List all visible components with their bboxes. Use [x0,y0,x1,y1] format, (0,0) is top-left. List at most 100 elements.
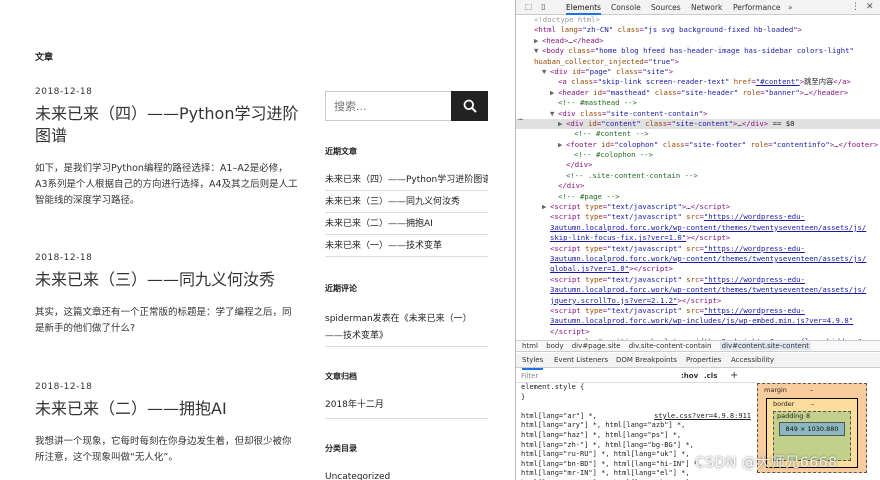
style-rule-line[interactable]: html[lang="haz"] *, html[lang="ps"] *, [516,431,756,441]
border-value[interactable]: – [811,400,814,408]
dom-node-line[interactable]: ▼ <body class="home blog hfeed has-header… [516,46,880,56]
recent-post-link[interactable]: 未来已来（一）——技术变革 [325,235,488,257]
expand-right-icon[interactable]: ▶ [558,119,566,129]
dom-node-line[interactable]: <!doctype html> [516,15,880,25]
tab-network[interactable]: Network [691,0,722,15]
post-title[interactable]: 未来已来（三）——同九义何汝秀 [35,269,300,291]
post-item: 2018-12-18 未来已来（四）——Python学习进阶图谱 如下，是我们学… [35,87,300,209]
dom-node-line[interactable]: huaban_collector_injected="true"> [516,57,880,67]
archives-title: 文章归档 [325,372,357,381]
post-date[interactable]: 2018-12-18 [35,87,300,97]
search-icon [463,99,477,113]
dom-node-line[interactable]: ▶ <div id="content" class="site-content">… [516,118,880,130]
style-rule-line[interactable]: element.style { [516,383,756,393]
dom-node-markup: </div> [566,160,593,170]
close-icon[interactable]: ✕ [866,0,874,14]
style-rule-text: html[lang="bn-BD"] *, html[lang="hi-IN"]… [521,459,703,468]
menu-icon[interactable]: ⋮ [851,0,860,14]
dom-node-line[interactable]: <script type="text/javascript" src="http… [516,306,880,316]
dom-node-line[interactable]: ▶ <header id="masthead" class="site-heade… [516,88,880,98]
device-toolbar-icon[interactable]: ▯ [538,2,549,12]
dom-node-line[interactable]: global.js?ver=1.0"></script> [516,264,880,274]
style-rule-line[interactable]: html[lang="zh-"] *, html[lang="bg-BG"] *… [516,441,756,451]
dom-node-markup: 3autumn.localprod.forc.work/wp-content/t… [550,222,867,232]
add-rule-icon[interactable]: + [730,369,738,383]
inspect-element-icon[interactable]: ⬚ [523,2,534,12]
expand-down-icon[interactable]: ▼ [534,46,542,56]
dom-node-line[interactable]: <script type="text/javascript" src="http… [516,212,880,222]
tab-sources[interactable]: Sources [651,0,681,15]
dom-node-line[interactable]: ▶ <script type="text/javascript">…</scrip… [516,202,880,212]
search-button[interactable] [451,91,488,121]
post-date[interactable]: 2018-12-18 [35,253,300,263]
dom-node-line[interactable]: </div> [516,181,880,191]
dom-node-line[interactable]: <!-- .site-content-contain --> [516,171,880,181]
dom-node-line[interactable]: <!-- #content --> [516,129,880,139]
post-title[interactable]: 未来已来（四）——Python学习进阶图谱 [35,103,300,147]
style-rule-line[interactable]: style.css?ver=4.9.8:911 html[lang="ar"] *… [516,412,756,422]
expand-right-icon[interactable]: ▶ [558,140,566,150]
expand-right-icon[interactable]: ▶ [534,36,542,46]
dom-node-line[interactable]: <!-- #colophon --> [516,150,880,160]
recent-post-link[interactable]: 未来已来（三）——同九义何汝秀 [325,191,488,213]
filter-input[interactable]: Filter [521,369,538,383]
tab-accessibility[interactable]: Accessibility [731,353,774,368]
archive-link[interactable]: 2018年十二月 [325,397,488,414]
dom-node-line[interactable]: 3autumn.localprod.forc.work/wp-content/t… [516,223,880,233]
breadcrumb-item[interactable]: html [522,342,538,350]
dom-node-line[interactable]: 3autumn.localprod.forc.work/wp-content/t… [516,254,880,264]
tab-elements[interactable]: Elements [566,0,601,15]
tab-performance[interactable]: Performance [733,0,781,15]
post-title[interactable]: 未来已来（二）——拥抱AI [35,398,300,420]
breadcrumb-item[interactable]: div#page.site [572,342,621,350]
dom-node-line[interactable]: <script type="text/javascript" src="http… [516,244,880,254]
stylesheet-link[interactable]: style.css?ver=4.9.8:911 [654,412,751,422]
tab-dom-breakpoints[interactable]: DOM Breakpoints [616,353,677,368]
ellipsis-icon[interactable]: … [518,113,523,122]
recent-post-link[interactable]: 未来已来（四）——Python学习进阶图谱 [325,169,488,191]
dom-node-line[interactable]: ▶ <footer id="colophon" class="site-foote… [516,140,880,150]
dom-node-line[interactable]: </script> [516,327,880,337]
expand-down-icon[interactable]: ▼ [542,67,550,77]
dom-node-line[interactable]: ▶ <head>…</head> [516,36,880,46]
dom-node-line[interactable]: ▼ <div id="page" class="site"> [516,67,880,77]
post-date[interactable]: 2018-12-18 [35,382,300,392]
search-input[interactable] [326,92,452,120]
dom-node-line[interactable]: 3autumn.localprod.forc.work/wp-content/t… [516,285,880,295]
dom-node-line[interactable]: <a class="skip-link screen-reader-text" … [516,77,880,87]
expand-right-icon[interactable]: ▶ [550,88,558,98]
dom-node-markup: 3autumn.localprod.forc.work/wp-content/t… [550,285,867,295]
breadcrumb-item[interactable]: div.site-content-contain [629,342,712,350]
expand-right-icon[interactable]: ▶ [542,202,550,212]
category-link[interactable]: Uncategorized [325,469,488,480]
dom-node-line[interactable]: <!-- #masthead --> [516,98,880,108]
dom-node-line[interactable]: 3autumn.localprod.forc.work/wp-includes/… [516,316,880,326]
tab-console[interactable]: Console [611,0,641,15]
dom-node-line[interactable]: skip-link-focus-fix.js?ver=1.0"></script… [516,233,880,243]
dom-node-line[interactable]: jquery.scrollTo.js?ver=2.1.2"></script> [516,296,880,306]
tab-event-listeners[interactable]: Event Listeners [554,353,608,368]
dom-node-line[interactable]: </div> [516,160,880,170]
expand-down-icon[interactable]: ▼ [550,109,558,119]
style-rule-text: html[lang="ru-RU"] *, html[lang="uk"] *, [521,450,690,459]
breadcrumb-item[interactable]: div#content.site-content [719,342,812,350]
dom-node-line[interactable]: <html lang="zh-CN" class="js svg backgro… [516,25,880,35]
recent-comment[interactable]: spiderman发表在《未来已来（一）——技术变革》 [325,311,488,345]
hover-state-toggle[interactable]: :hov [681,369,698,383]
tab-properties[interactable]: Properties [686,353,721,368]
tab-styles[interactable]: Styles [522,353,544,370]
style-rule-line[interactable] [516,402,756,412]
style-rule-line[interactable]: } [516,393,756,403]
dom-node-line[interactable]: <!-- #page --> [516,192,880,202]
style-rule-line[interactable]: html[lang="ary"] *, html[lang="azb"] *, [516,421,756,431]
more-tabs-icon[interactable]: » [788,0,793,15]
dom-node-line[interactable]: ▼ <div class="site-content-contain"> [516,109,880,119]
class-toggle[interactable]: .cls [704,369,717,383]
box-content-size[interactable]: 849 × 1030.880 [779,422,845,436]
recent-post-link[interactable]: 未来已来（二）——拥抱AI [325,213,488,235]
dom-node-markup: <div id="content" class="site-content">…… [566,118,795,128]
dom-node-line[interactable]: <script type="text/javascript" src="http… [516,275,880,285]
breadcrumb-item[interactable]: body [546,342,563,350]
padding-value[interactable]: 8 [806,412,810,420]
margin-value[interactable]: – [810,386,813,394]
